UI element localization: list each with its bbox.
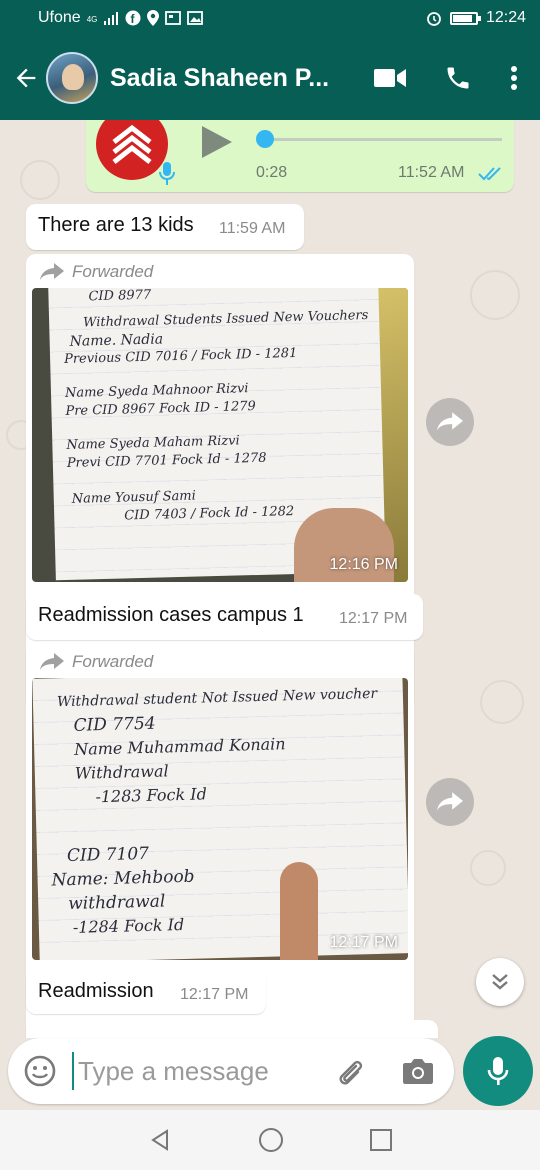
handwriting-line: Withdrawal Students Issued New Vouchers [82, 308, 369, 331]
message-input[interactable] [72, 1052, 312, 1090]
handwriting-line: CID 8977 [88, 288, 152, 305]
contact-name[interactable]: Sadia Shaheen P... [110, 64, 340, 93]
signal-icon [104, 12, 119, 25]
handwriting-line: CID 7403 / Fock Id - 1282 [124, 504, 295, 524]
handwriting-line: withdrawal [67, 891, 166, 915]
chat-header: Sadia Shaheen P... [0, 36, 540, 120]
forward-arrow-icon [40, 263, 64, 280]
message-time: 12:16 PM [329, 556, 398, 573]
forward-share-button[interactable] [426, 398, 474, 446]
voice-message-bubble[interactable]: 0:28 11:52 AM [86, 120, 514, 192]
message-bubble[interactable] [26, 1020, 438, 1038]
read-receipt-icon [478, 167, 501, 181]
back-button[interactable] [6, 58, 46, 98]
forward-arrow-icon [437, 792, 463, 811]
wallpaper-doodle [470, 270, 520, 320]
voice-duration: 0:28 [256, 164, 288, 181]
handwriting-line: Name Yousuf Sami [71, 488, 197, 507]
handwriting-line: Name Syeda Maham Rizvi [66, 433, 240, 453]
handwriting-line: CID 7107 [66, 843, 150, 867]
handwriting-line: Pre CID 8967 Fock ID - 1279 [65, 398, 256, 419]
message-time: 12:17 PM [329, 934, 398, 951]
handwriting-line: Name Syeda Mahnoor Rizvi [64, 381, 249, 401]
forward-arrow-icon [437, 412, 463, 431]
wallpaper-doodle [20, 160, 60, 200]
wallpaper-doodle [470, 850, 506, 886]
carrier-label: Ufone [38, 9, 81, 26]
message-photo[interactable]: Withdrawal student Not Issued New vouche… [32, 678, 408, 960]
message-text: Readmission [38, 980, 154, 1002]
camera-icon[interactable] [402, 1056, 434, 1086]
message-text: Readmission cases campus 1 [38, 604, 304, 626]
battery-icon [449, 11, 481, 25]
location-icon [147, 10, 160, 26]
forwarded-indicator: Forwarded [40, 652, 153, 672]
photo-paper: Withdrawal student Not Issued New vouche… [32, 678, 408, 960]
handwriting-line: -1283 Fock Id [95, 784, 208, 807]
nav-recents-icon[interactable] [370, 1129, 392, 1151]
video-call-icon[interactable] [374, 67, 406, 89]
voice-progress-track[interactable] [264, 138, 502, 141]
forwarded-label: Forwarded [72, 652, 154, 671]
handwriting-line: Name. Nadia [69, 331, 164, 350]
mic-small-icon [159, 162, 175, 185]
message-time: 11:59 AM [219, 220, 286, 237]
handwriting-line: Name Muhammad Konain [73, 734, 286, 759]
message-time: 12:17 PM [180, 986, 249, 1003]
nav-home-icon[interactable] [258, 1127, 284, 1153]
forward-arrow-icon [40, 653, 64, 670]
handwriting-line: Withdrawal student Not Issued New vouche… [56, 685, 378, 711]
voice-progress-knob[interactable] [256, 130, 274, 148]
message-bubble[interactable]: Readmission cases campus 1 12:17 PM [26, 594, 423, 640]
status-bar: Ufone 4G f 12:24 [0, 0, 540, 36]
wallpaper-doodle [480, 680, 524, 724]
handwriting-line: Withdrawal [74, 761, 169, 783]
forward-share-button[interactable] [426, 778, 474, 826]
play-icon[interactable] [200, 124, 234, 160]
mic-icon [487, 1057, 509, 1085]
more-vert-icon[interactable] [510, 65, 518, 91]
clock: 12:24 [485, 9, 526, 26]
handwriting-line: -1284 Fock Id [72, 915, 185, 937]
message-bubble[interactable]: Readmission 12:17 PM [26, 970, 266, 1014]
alarm-icon [427, 12, 441, 26]
forwarded-image-bubble[interactable]: Forwarded CID 8977 Withdrawal Students I… [26, 254, 414, 710]
news-icon [165, 11, 182, 25]
forwarded-label: Forwarded [72, 262, 154, 281]
message-photo[interactable]: CID 8977 Withdrawal Students Issued New … [32, 288, 408, 582]
handwriting-line: CID 7754 [73, 713, 156, 736]
message-bubble[interactable]: There are 13 kids 11:59 AM [26, 204, 304, 250]
emoji-icon[interactable] [24, 1055, 56, 1087]
message-time: 12:17 PM [339, 610, 408, 627]
attach-icon[interactable] [334, 1056, 366, 1088]
voice-record-button[interactable] [463, 1036, 533, 1106]
forwarded-indicator: Forwarded [40, 262, 153, 282]
gallery-icon [187, 11, 204, 25]
handwriting-line: Previ CID 7701 Fock Id - 1278 [66, 450, 267, 471]
chat-area[interactable]: 0:28 11:52 AM There are 13 kids 11:59 AM… [0, 120, 540, 1038]
facebook-icon: f [125, 10, 141, 26]
system-nav-bar [0, 1110, 540, 1170]
arrow-left-icon [16, 68, 36, 88]
network-label: 4G [86, 15, 98, 24]
nav-back-icon[interactable] [148, 1128, 172, 1152]
handwriting-line: Name: Mehboob [51, 866, 195, 891]
phone-icon[interactable] [444, 64, 472, 92]
voice-time: 11:52 AM [398, 164, 465, 181]
voice-sender-avatar [96, 120, 175, 185]
message-text: There are 13 kids [38, 214, 194, 236]
contact-avatar[interactable] [46, 52, 98, 104]
photo-finger [280, 862, 318, 960]
scroll-to-bottom-button[interactable] [476, 958, 524, 1006]
double-chevron-down-icon [492, 974, 508, 990]
message-composer [8, 1038, 454, 1104]
